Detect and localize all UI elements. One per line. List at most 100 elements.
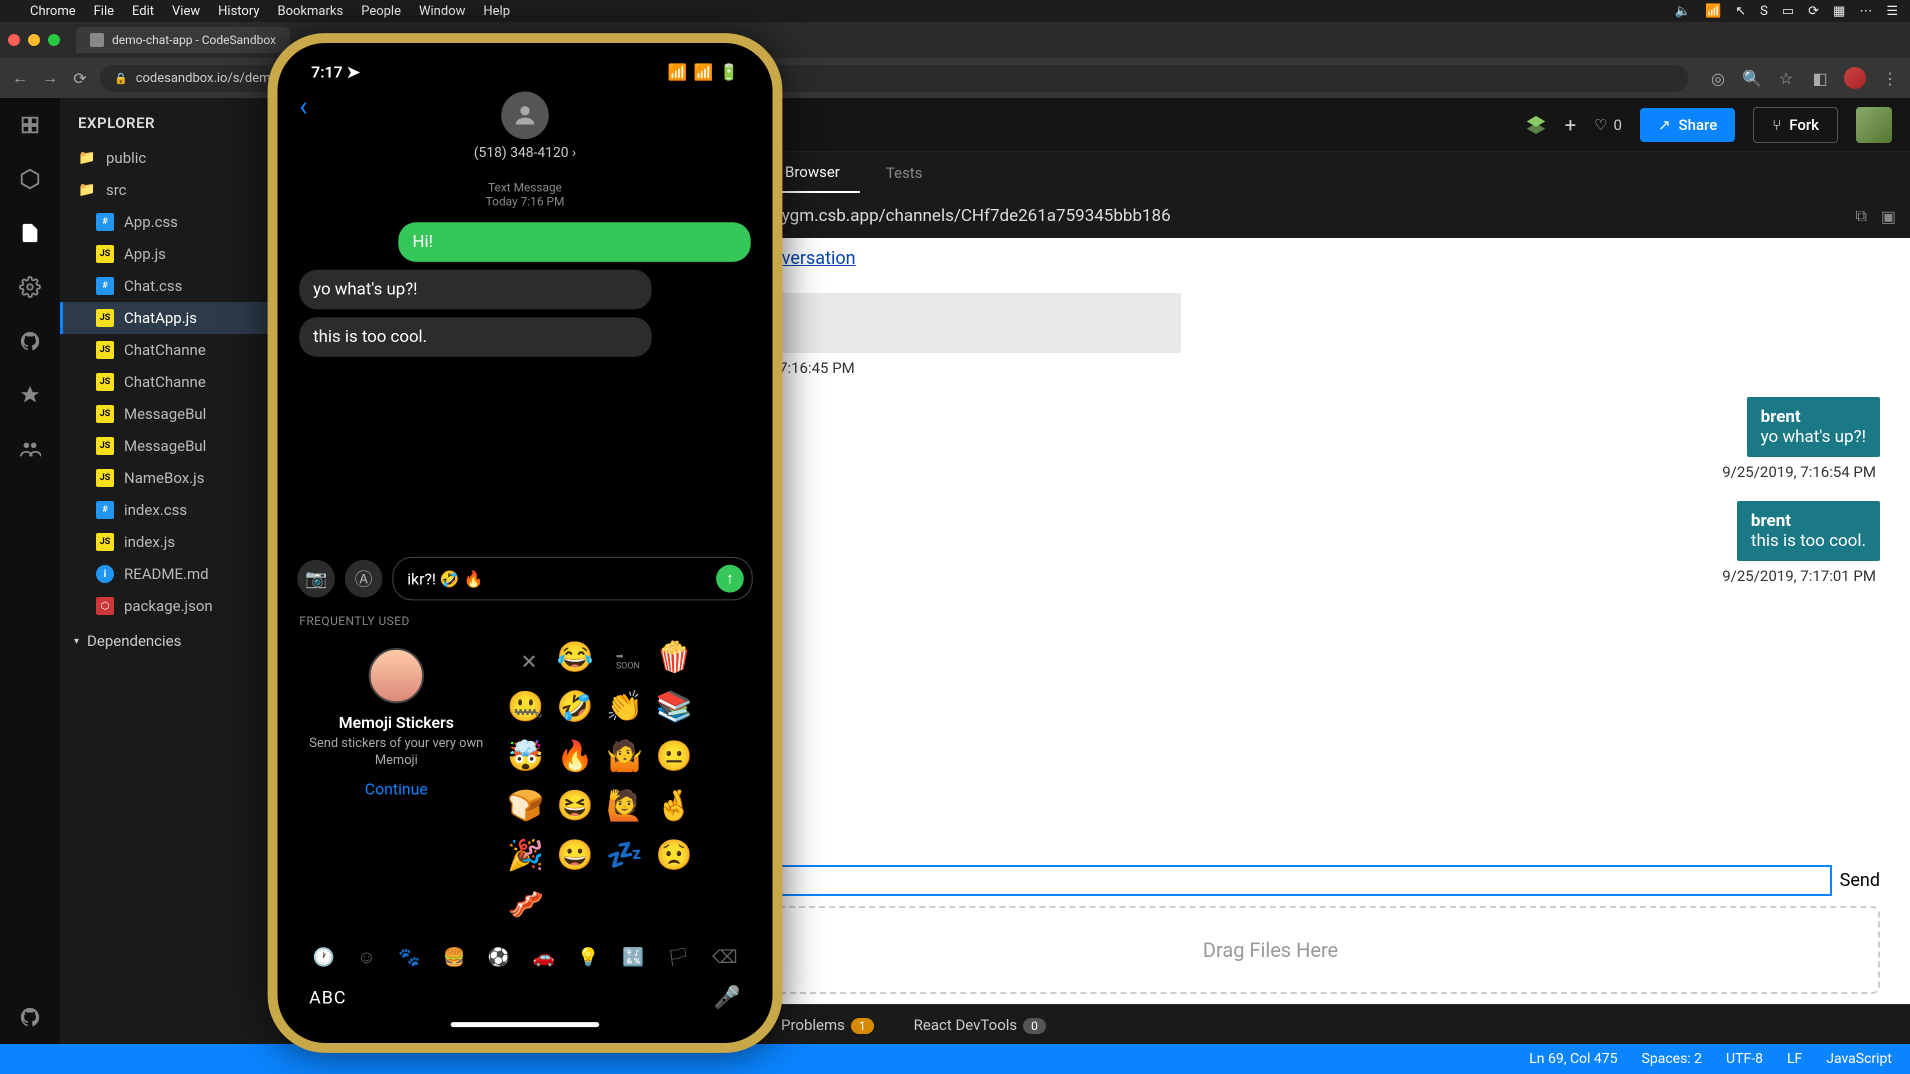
contact-number[interactable]: (518) 348-4120 — [474, 145, 569, 161]
s-icon[interactable]: S — [1760, 4, 1768, 19]
back-icon[interactable]: ← — [10, 68, 30, 88]
settings-icon[interactable] — [17, 274, 43, 300]
emoji-cell[interactable]: 🤯 — [507, 739, 551, 783]
language-mode[interactable]: JavaScript — [1826, 1051, 1892, 1067]
file-item-MessageBul[interactable]: JSMessageBul — [60, 398, 270, 430]
preview-url[interactable]: https://diygm.csb.app/channels/CHf7de261… — [713, 206, 1842, 226]
emoji-cell[interactable]: 👏 — [606, 690, 650, 734]
emoji-cell[interactable]: 🤞 — [656, 789, 700, 833]
star-icon[interactable]: ☆ — [1776, 68, 1796, 88]
menu-view[interactable]: View — [172, 4, 200, 19]
memoji-continue[interactable]: Continue — [305, 779, 487, 798]
file-item-src[interactable]: src — [60, 174, 270, 206]
extension-icon[interactable]: ◧ — [1810, 68, 1830, 88]
home-indicator[interactable] — [451, 1022, 600, 1027]
volume-icon[interactable]: 🔈 — [1675, 4, 1691, 19]
food-cat-icon[interactable]: 🍔 — [443, 947, 465, 968]
emoji-cell[interactable]: 🥓 — [507, 888, 551, 932]
cursor-position[interactable]: Ln 69, Col 475 — [1529, 1051, 1617, 1067]
file-item-NameBox-js[interactable]: JSNameBox.js — [60, 462, 270, 494]
menu-file[interactable]: File — [94, 4, 114, 19]
live-icon[interactable] — [17, 436, 43, 462]
soon-emoji[interactable]: ➡SOON — [606, 640, 650, 684]
preview-expand-icon[interactable]: ▣ — [1881, 207, 1896, 226]
abc-key[interactable]: ABC — [309, 988, 346, 1009]
eol[interactable]: LF — [1787, 1051, 1802, 1067]
list-icon[interactable]: ☰ — [1886, 4, 1898, 19]
symbol-cat-icon[interactable]: 🔣 — [622, 947, 644, 968]
emoji-cell[interactable]: 🎉 — [507, 838, 551, 882]
memoji-avatar[interactable] — [369, 648, 424, 703]
menu-history[interactable]: History — [218, 4, 259, 19]
menu-bookmarks[interactable]: Bookmarks — [278, 4, 344, 19]
emoji-cell[interactable]: 🔥 — [557, 739, 601, 783]
close-emoji-icon[interactable]: ✕ — [507, 640, 551, 684]
phone-send-icon[interactable]: ↑ — [716, 565, 744, 593]
more-icon[interactable]: ⋯ — [1859, 4, 1872, 19]
phone-message-input[interactable]: ikr?! 🤣 🔥 ↑ — [392, 557, 752, 601]
emoji-cell[interactable]: 🤣 — [557, 690, 601, 734]
like-count[interactable]: ♡ 0 — [1594, 116, 1622, 134]
deploy-icon[interactable] — [17, 382, 43, 408]
menu-help[interactable]: Help — [483, 4, 510, 19]
message-input[interactable] — [747, 865, 1832, 896]
backspace-icon[interactable]: ⌫ — [712, 947, 737, 968]
emoji-cell[interactable]: 🤐 — [507, 690, 551, 734]
file-item-Chat-css[interactable]: #Chat.css — [60, 270, 270, 302]
file-item-index-js[interactable]: JSindex.js — [60, 526, 270, 558]
smiley-cat-icon[interactable]: ☺ — [357, 947, 375, 968]
reload-icon[interactable]: ⟳ — [70, 68, 90, 88]
explorer-icon[interactable] — [17, 220, 43, 246]
twitter-icon[interactable] — [0, 1004, 3, 1030]
file-item-README-md[interactable]: iREADME.md — [60, 558, 270, 590]
browser-tab[interactable]: demo-chat-app - CodeSandbox — [76, 27, 290, 53]
tab-tests[interactable]: Tests — [866, 154, 943, 192]
send-button[interactable]: Send — [1840, 870, 1880, 891]
sync-icon[interactable]: ⟳ — [1808, 4, 1819, 19]
menu-edit[interactable]: Edit — [132, 4, 154, 19]
maximize-window[interactable] — [48, 34, 60, 46]
menu-people[interactable]: People — [361, 4, 401, 19]
activity-cat-icon[interactable]: ⚽ — [488, 947, 510, 968]
emoji-cell[interactable]: 🤷 — [606, 739, 650, 783]
encoding[interactable]: UTF-8 — [1726, 1051, 1763, 1067]
forward-icon[interactable]: → — [40, 68, 60, 88]
drag-zone[interactable]: Log out Drag Files Here — [661, 906, 1880, 994]
emoji-cell[interactable]: 😆 — [557, 789, 601, 833]
emoji-cell[interactable]: 😐 — [656, 739, 700, 783]
flag-cat-icon[interactable]: 🏳 — [667, 947, 690, 968]
camera-icon[interactable]: 📷 — [297, 560, 335, 598]
problems-tab[interactable]: Problems1 — [781, 1016, 874, 1034]
file-item-MessageBul[interactable]: JSMessageBul — [60, 430, 270, 462]
stack-icon[interactable] — [1525, 114, 1547, 136]
file-item-index-css[interactable]: #index.css — [60, 494, 270, 526]
menu-window[interactable]: Window — [419, 4, 465, 19]
minimize-window[interactable] — [28, 34, 40, 46]
contact-avatar[interactable] — [501, 92, 549, 140]
file-item-ChatChanne[interactable]: JSChatChanne — [60, 366, 270, 398]
file-item-ChatChanne[interactable]: JSChatChanne — [60, 334, 270, 366]
mic-icon[interactable]: 🎤 — [714, 986, 741, 1011]
indent-spaces[interactable]: Spaces: 2 — [1642, 1051, 1703, 1067]
github-footer-icon[interactable] — [17, 1004, 43, 1030]
file-item-public[interactable]: public — [60, 142, 270, 174]
preview-pop-icon[interactable]: ⧉ — [1855, 206, 1866, 226]
zoom-icon[interactable]: 🔍 — [1742, 68, 1762, 88]
conversation-link[interactable]: My First Conversation — [661, 248, 1880, 269]
emoji-cell[interactable]: 🙋 — [606, 789, 650, 833]
share-button[interactable]: ↗ Share — [1640, 108, 1735, 142]
wifi-icon[interactable]: 📶 — [1705, 4, 1721, 19]
emoji-cell[interactable]: 📚 — [656, 690, 700, 734]
note-icon[interactable]: ▦ — [1833, 4, 1845, 19]
emoji-cell[interactable]: 💤 — [606, 838, 650, 882]
emoji-cell[interactable]: 😟 — [656, 838, 700, 882]
animal-cat-icon[interactable]: 🐾 — [398, 947, 420, 968]
user-avatar[interactable] — [1856, 107, 1892, 143]
github-icon[interactable] — [17, 328, 43, 354]
emoji-cell[interactable]: 🍞 — [507, 789, 551, 833]
display-icon[interactable]: ▭ — [1782, 4, 1794, 19]
menubar-app[interactable]: Chrome — [30, 4, 76, 19]
file-item-ChatApp-js[interactable]: JSChatApp.js — [60, 302, 270, 334]
appstore-icon[interactable]: Ⓐ — [345, 560, 383, 598]
devtools-tab[interactable]: React DevTools0 — [914, 1016, 1046, 1034]
